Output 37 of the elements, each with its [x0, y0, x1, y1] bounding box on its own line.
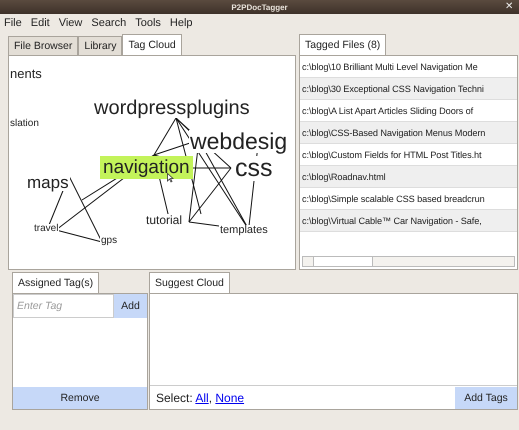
- select-link[interactable]: None: [215, 390, 244, 404]
- tag-word[interactable]: slation: [9, 119, 40, 129]
- horizontal-scrollbar[interactable]: [302, 256, 515, 267]
- tab[interactable]: Library: [78, 36, 122, 55]
- file-row[interactable]: c:\blog\30 Exceptional CSS Navigation Techni: [300, 78, 517, 100]
- tag-word[interactable]: maps: [26, 174, 70, 191]
- menu-item[interactable]: File: [4, 17, 22, 29]
- tag-word[interactable]: gps: [100, 236, 118, 246]
- tag-word[interactable]: css: [234, 156, 274, 181]
- file-row[interactable]: c:\blog\Virtual Cable™ Car Navigation - Safe,: [300, 210, 517, 232]
- menu-item[interactable]: Edit: [30, 17, 50, 29]
- select-label: Select: All, None: [155, 390, 244, 404]
- tag-word[interactable]: wordpressplugins: [93, 98, 251, 118]
- add-tags-button[interactable]: Add Tags: [455, 386, 517, 408]
- menu-item[interactable]: Search: [91, 17, 126, 29]
- tag-input-field[interactable]: Enter Tag: [13, 294, 114, 318]
- close-button[interactable]: ✕: [505, 0, 513, 14]
- tab[interactable]: Tagged Files (8): [299, 34, 386, 55]
- tab[interactable]: File Browser: [8, 36, 78, 55]
- tag-word[interactable]: travel: [33, 224, 60, 234]
- menu-item[interactable]: Tools: [135, 17, 161, 29]
- menu-item[interactable]: View: [58, 17, 82, 29]
- tag-word[interactable]: navigation: [100, 156, 193, 179]
- window-title: P2PDocTagger: [231, 2, 288, 12]
- tag-word[interactable]: templates: [219, 225, 269, 236]
- file-row[interactable]: c:\blog\Roadnav.html: [300, 166, 517, 188]
- file-row[interactable]: c:\blog\CSS-Based Navigation Menus Modern: [300, 122, 517, 144]
- remove-button[interactable]: Remove: [13, 387, 147, 409]
- select-link[interactable]: All: [195, 390, 209, 404]
- tag-word[interactable]: webdesig: [189, 130, 288, 153]
- menu-item[interactable]: Help: [170, 17, 193, 29]
- tab[interactable]: Assigned Tag(s): [12, 272, 100, 293]
- tab[interactable]: Suggest Cloud: [149, 272, 230, 293]
- tab[interactable]: Tag Cloud: [122, 34, 182, 55]
- tag-word[interactable]: nents: [9, 67, 43, 80]
- tag-word[interactable]: tutorial: [145, 214, 184, 226]
- add-button[interactable]: Add: [114, 294, 147, 318]
